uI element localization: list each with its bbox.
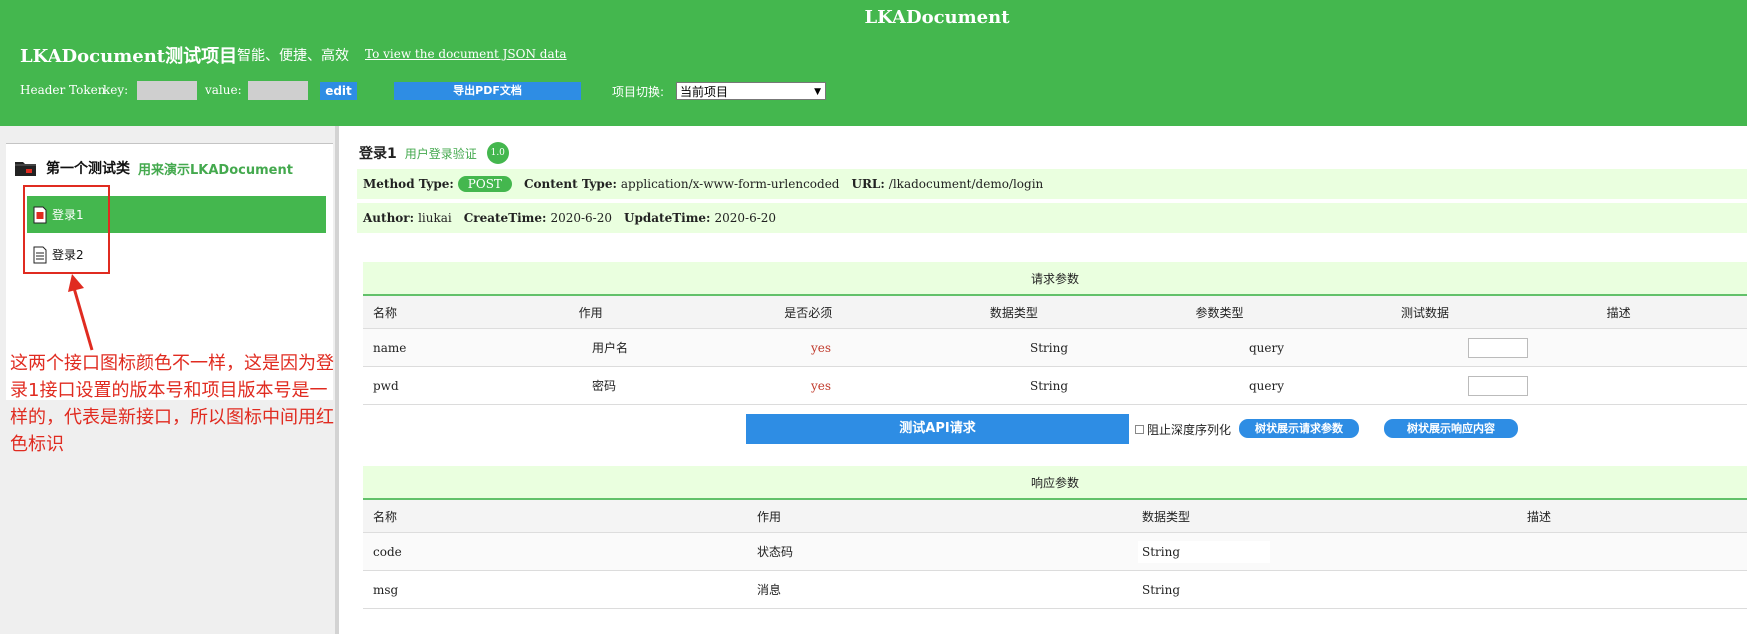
param-name: name xyxy=(373,340,407,355)
key-label: key: xyxy=(103,83,129,97)
param-type: query xyxy=(1249,378,1285,393)
chevron-down-icon: ▼ xyxy=(814,87,821,97)
create-time-value: 2020-6-20 xyxy=(550,211,613,225)
api-title-row: 登录1 用户登录验证 1.0 xyxy=(359,142,509,164)
value-label: value: xyxy=(205,83,242,97)
project-select-value: 当前项目 xyxy=(680,85,729,99)
update-time-value: 2020-6-20 xyxy=(714,211,777,225)
response-data-type-cell: String xyxy=(1132,578,1517,601)
response-data-type: String xyxy=(1138,578,1271,601)
column-header: 作用 xyxy=(757,509,782,524)
table-row: pwd 密码 yes String query xyxy=(363,367,1747,405)
view-json-link[interactable]: To view the document JSON data xyxy=(365,47,567,61)
annotation-text: 这两个接口图标颜色不一样，这是因为登录1接口设置的版本号和项目版本号是一样的，代… xyxy=(10,353,334,455)
column-header: 参数类型 xyxy=(1195,305,1244,320)
prevent-deep-serialize-option[interactable]: 阻止深度序列化 xyxy=(1135,421,1231,438)
param-name: pwd xyxy=(373,378,399,393)
column-header: 是否必须 xyxy=(784,305,833,320)
app-title: LKADocument xyxy=(864,7,1010,28)
annotation-arrow-icon xyxy=(68,274,94,351)
token-key-input[interactable] xyxy=(137,81,197,100)
api-subtitle: 用户登录验证 xyxy=(404,146,477,161)
response-params-title: 响应参数 xyxy=(363,466,1747,500)
param-data-type: String xyxy=(1030,340,1069,355)
tree-request-button[interactable]: 树状展示请求参数 xyxy=(1239,419,1359,438)
column-header: 数据类型 xyxy=(989,305,1038,320)
author-value: liukai xyxy=(418,211,452,225)
folder-icon xyxy=(14,159,38,177)
column-header: 描述 xyxy=(1527,509,1552,524)
param-required: yes xyxy=(811,378,832,393)
table-row: msg 消息 String xyxy=(363,571,1747,609)
category-header[interactable]: 第一个测试类 用来演示LKADocument xyxy=(14,158,293,178)
param-type: query xyxy=(1249,340,1285,355)
edit-button[interactable]: edit xyxy=(320,82,357,100)
param-required: yes xyxy=(811,340,832,355)
method-type-label: Method Type: xyxy=(363,177,454,191)
url-label: URL: xyxy=(851,177,885,191)
version-badge: 1.0 xyxy=(486,142,509,164)
category-name: 第一个测试类 xyxy=(46,161,130,177)
column-header: 作用 xyxy=(578,305,603,320)
tree-response-button[interactable]: 树状展示响应内容 xyxy=(1384,419,1518,438)
update-time-label: UpdateTime: xyxy=(624,211,711,225)
api-title: 登录1 xyxy=(359,146,397,162)
response-name: msg xyxy=(373,582,399,597)
meta-info-row: Author: liukai CreateTime: 2020-6-20 Upd… xyxy=(357,203,1747,233)
request-info-row: Method Type: POST Content Type: applicat… xyxy=(357,169,1747,199)
request-params-header: 名称 作用 是否必须 数据类型 参数类型 测试数据 描述 xyxy=(363,296,1747,329)
table-row: code 状态码 String xyxy=(363,533,1747,571)
request-params-title: 请求参数 xyxy=(363,262,1747,296)
response-name: code xyxy=(373,544,402,559)
category-description: 用来演示LKADocument xyxy=(138,162,293,178)
param-purpose: 用户名 xyxy=(592,341,629,355)
test-data-input[interactable] xyxy=(1468,337,1528,358)
param-purpose: 密码 xyxy=(592,379,617,393)
column-header: 名称 xyxy=(373,509,398,524)
project-switch-label: 项目切换: xyxy=(612,85,665,99)
request-params-body: name 用户名 yes String query pwd 密码 yes Str… xyxy=(363,329,1747,405)
response-purpose: 消息 xyxy=(757,583,782,597)
project-slogan: 智能、便捷、高效 xyxy=(237,48,349,64)
export-pdf-button[interactable]: 导出PDF文档 xyxy=(394,82,581,100)
project-select[interactable]: 当前项目 ▼ xyxy=(676,82,826,100)
test-data-cell xyxy=(1458,375,1677,396)
prevent-deep-serialize-label: 阻止深度序列化 xyxy=(1147,423,1232,437)
author-label: Author: xyxy=(363,211,415,225)
column-header: 测试数据 xyxy=(1401,305,1450,320)
create-time-label: CreateTime: xyxy=(463,211,547,225)
top-header: LKADocument LKADocument测试项目 智能、便捷、高效 To … xyxy=(0,0,1747,126)
prevent-deep-serialize-checkbox[interactable] xyxy=(1135,425,1144,434)
response-params-body: code 状态码 String msg 消息 String xyxy=(363,533,1747,609)
table-row: name 用户名 yes String query xyxy=(363,329,1747,367)
page-root: LKADocument LKADocument测试项目 智能、便捷、高效 To … xyxy=(0,0,1747,634)
param-data-type: String xyxy=(1030,378,1069,393)
test-data-input[interactable] xyxy=(1468,375,1528,396)
response-params-table: 响应参数 名称 作用 数据类型 描述 code 状态码 String msg 消… xyxy=(363,466,1747,609)
test-api-button[interactable]: 测试API请求 xyxy=(746,414,1129,444)
column-header: 描述 xyxy=(1606,305,1631,320)
response-purpose: 状态码 xyxy=(757,545,794,559)
response-data-type: String xyxy=(1138,540,1271,563)
column-header: 名称 xyxy=(373,305,398,320)
column-header: 数据类型 xyxy=(1142,509,1191,524)
project-title: LKADocument测试项目 xyxy=(20,46,238,67)
token-value-input[interactable] xyxy=(248,81,308,100)
url-value: /lkadocument/demo/login xyxy=(888,177,1044,191)
test-data-cell xyxy=(1458,337,1677,358)
response-data-type-cell: String xyxy=(1132,540,1517,563)
response-params-header: 名称 作用 数据类型 描述 xyxy=(363,500,1747,533)
header-token-label: Header Token xyxy=(20,83,106,97)
content-type-value: application/x-www-form-urlencoded xyxy=(620,177,840,191)
content-type-label: Content Type: xyxy=(523,177,617,191)
annotation-highlight-box xyxy=(23,185,110,274)
main-content: 登录1 用户登录验证 1.0 Method Type: POST Content… xyxy=(343,126,1747,634)
method-badge: POST xyxy=(457,176,512,192)
request-params-table: 请求参数 名称 作用 是否必须 数据类型 参数类型 测试数据 描述 name 用… xyxy=(363,262,1747,405)
